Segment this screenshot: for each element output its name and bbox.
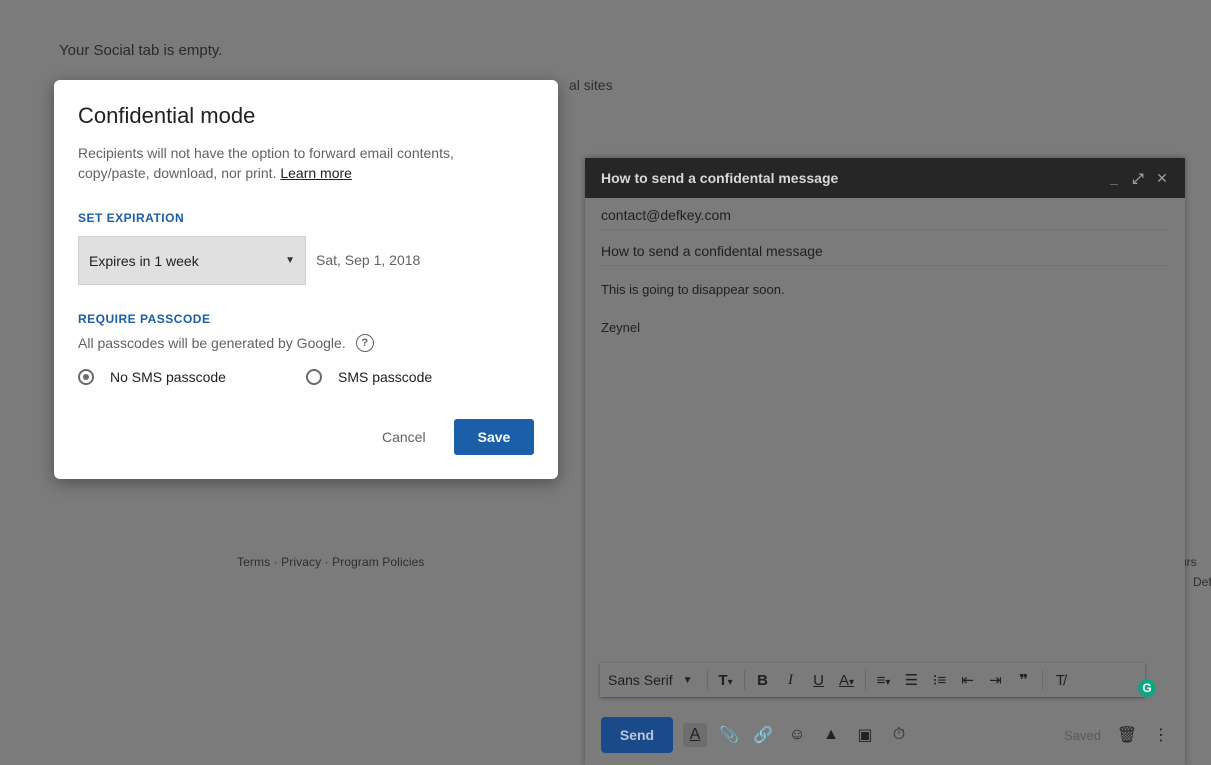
body-text-line[interactable]: Zeynel: [601, 320, 640, 335]
drive-icon[interactable]: ▲: [819, 723, 843, 747]
expiration-date: Sat, Sep 1, 2018: [316, 252, 421, 268]
expiration-value: Expires in 1 week: [89, 252, 199, 269]
body-text-line[interactable]: This is going to disappear soon.: [601, 282, 785, 297]
learn-more-link[interactable]: Learn more: [280, 165, 352, 181]
more-options-icon[interactable]: ⋮: [1149, 723, 1173, 747]
save-button[interactable]: Save: [454, 419, 534, 455]
emoji-icon[interactable]: ☺: [785, 723, 809, 747]
formatting-options-icon[interactable]: A: [683, 723, 707, 747]
underline-icon[interactable]: U: [809, 672, 829, 689]
passcode-note: All passcodes will be generated by Googl…: [78, 334, 374, 352]
dialog-title: Confidential mode: [78, 103, 256, 128]
option-label: SMS passcode: [338, 369, 433, 385]
expiration-section-header: SET EXPIRATION: [78, 211, 185, 225]
subject-field[interactable]: How to send a confidental message: [601, 243, 1169, 266]
minimize-icon[interactable]: _: [1107, 170, 1121, 186]
saved-status: Saved: [1064, 727, 1101, 743]
compose-title: How to send a confidental message: [601, 170, 839, 186]
toolbar-divider: [706, 670, 708, 690]
chevron-down-icon: ▼: [682, 674, 693, 686]
align-icon[interactable]: ≡▾: [874, 672, 894, 689]
font-size-icon[interactable]: T▾: [716, 672, 736, 689]
link-icon[interactable]: 🔗: [751, 723, 775, 747]
toolbar-divider: [1041, 670, 1043, 690]
confidential-mode-icon[interactable]: ⏱: [887, 723, 911, 747]
indent-more-icon[interactable]: ⇥: [986, 671, 1006, 689]
chevron-down-icon: ▼: [285, 255, 295, 266]
confidential-mode-dialog: Confidential mode Recipients will not ha…: [54, 80, 558, 479]
compose-header[interactable]: How to send a confidental message _ ⤢ ✕: [585, 158, 1185, 198]
font-select[interactable]: Sans Serif ▼: [608, 672, 693, 688]
description-text: Recipients will not have the option to f…: [78, 145, 454, 181]
toolbar-divider: [743, 670, 745, 690]
compose-actions: Send A 📎 🔗 ☺ ▲ ▣ ⏱ Saved 🗑 ⋮: [601, 717, 1173, 753]
footer-links: Terms · Privacy · Program Policies: [237, 555, 424, 569]
dialog-description: Recipients will not have the option to f…: [78, 143, 498, 183]
passcode-section-header: REQUIRE PASSCODE: [78, 312, 211, 326]
footer-separator: ·: [321, 555, 333, 569]
recipient-field[interactable]: contact@defkey.com: [601, 207, 1169, 230]
cancel-button[interactable]: Cancel: [370, 427, 438, 447]
bold-icon[interactable]: B: [753, 672, 773, 689]
footer-privacy-link[interactable]: Privacy: [281, 555, 321, 569]
toolbar-divider: [864, 670, 866, 690]
radio-unchecked-icon[interactable]: [306, 369, 322, 385]
attach-icon[interactable]: 📎: [717, 723, 741, 747]
option-label: No SMS passcode: [110, 369, 226, 385]
bulleted-list-icon[interactable]: ⁝≡: [930, 671, 950, 689]
close-icon[interactable]: ✕: [1155, 170, 1169, 187]
footer-terms-link[interactable]: Terms: [237, 555, 270, 569]
quote-icon[interactable]: ❞: [1014, 671, 1034, 689]
help-icon[interactable]: ?: [355, 334, 374, 352]
footer-separator: ·: [270, 555, 282, 569]
radio-checked-icon[interactable]: [78, 369, 94, 385]
grammarly-icon[interactable]: G: [1138, 679, 1156, 697]
compose-window: How to send a confidental message _ ⤢ ✕ …: [585, 158, 1185, 765]
remove-formatting-icon[interactable]: T̸: [1051, 672, 1071, 689]
expand-icon[interactable]: ⤢: [1131, 170, 1145, 187]
passcode-note-text: All passcodes will be generated by Googl…: [78, 335, 346, 351]
background-text-fragment: al sites: [569, 77, 613, 93]
numbered-list-icon[interactable]: ☰: [902, 671, 922, 689]
no-sms-passcode-option[interactable]: No SMS passcode: [78, 369, 226, 385]
footer-program-policies-link[interactable]: Program Policies: [332, 555, 424, 569]
send-button[interactable]: Send: [601, 717, 673, 753]
edge-text-fragment: Def: [1193, 575, 1211, 589]
trash-icon[interactable]: 🗑: [1115, 723, 1139, 747]
formatting-toolbar: Sans Serif ▼ T▾ B I U A▾ ≡▾ ☰ ⁝≡ ⇤ ⇥ ❞ T…: [600, 663, 1145, 697]
expiration-dropdown[interactable]: Expires in 1 week ▼: [78, 236, 306, 285]
font-select-value: Sans Serif: [608, 672, 673, 688]
text-color-icon[interactable]: A▾: [837, 672, 857, 689]
sms-passcode-option[interactable]: SMS passcode: [306, 369, 432, 385]
compose-window-controls: _ ⤢ ✕: [1107, 170, 1169, 187]
italic-icon[interactable]: I: [781, 672, 801, 689]
photo-icon[interactable]: ▣: [853, 723, 877, 747]
indent-less-icon[interactable]: ⇤: [958, 671, 978, 689]
empty-tab-message: Your Social tab is empty.: [59, 42, 223, 59]
